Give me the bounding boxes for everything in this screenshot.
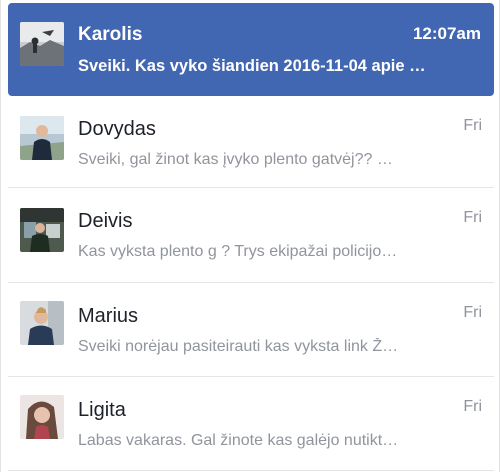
avatar [20, 208, 64, 252]
message-snippet: Sveiki, gal žinot kas įvyko plento gatvė… [78, 151, 393, 168]
contact-name: Ligita [78, 399, 126, 421]
profile-photo-icon [20, 208, 64, 252]
contact-name: Karolis [78, 24, 143, 45]
message-snippet: Sveiki. Kas vyko šiandien 2016-11-04 api… [78, 57, 426, 75]
profile-photo-icon [20, 395, 64, 439]
avatar [20, 395, 64, 439]
conversation-item-dovydas[interactable]: Dovydas Fri Sveiki, gal žinot kas įvyko … [8, 96, 494, 186]
message-time: Fri [463, 209, 482, 226]
profile-photo-icon [20, 301, 64, 345]
contact-name: Dovydas [78, 118, 156, 140]
conversation-item-ligita[interactable]: Ligita Fri Labas vakaras. Gal žinote kas… [8, 377, 494, 469]
profile-photo-icon [20, 116, 64, 160]
message-snippet: Kas vyksta plento g ? Trys ekipažai poli… [78, 243, 398, 260]
message-snippet: Sveiki norėjau pasiteirauti kas vyksta l… [78, 338, 399, 355]
profile-photo-icon [20, 22, 64, 66]
message-snippet: Labas vakaras. Gal žinote kas galėjo nut… [78, 432, 399, 449]
message-time: Fri [463, 304, 482, 321]
message-time: Fri [463, 117, 482, 134]
contact-name: Marius [78, 305, 139, 327]
conversation-item-karolis[interactable]: Karolis 12:07am Sveiki. Kas vyko šiandie… [8, 3, 494, 96]
conversation-item-marius[interactable]: Marius Fri Sveiki norėjau pasiteirauti k… [8, 283, 494, 375]
contact-name: Deivis [78, 210, 133, 232]
conversation-list: Karolis 12:07am Sveiki. Kas vyko šiandie… [0, 0, 500, 472]
message-time: 12:07am [412, 24, 481, 43]
message-time: Fri [463, 398, 482, 415]
conversation-item-deivis[interactable]: Deivis Fri Kas vyksta plento g ? Trys ek… [8, 188, 494, 281]
divider [8, 470, 494, 471]
avatar [20, 301, 64, 345]
avatar [20, 22, 64, 66]
avatar [20, 116, 64, 160]
